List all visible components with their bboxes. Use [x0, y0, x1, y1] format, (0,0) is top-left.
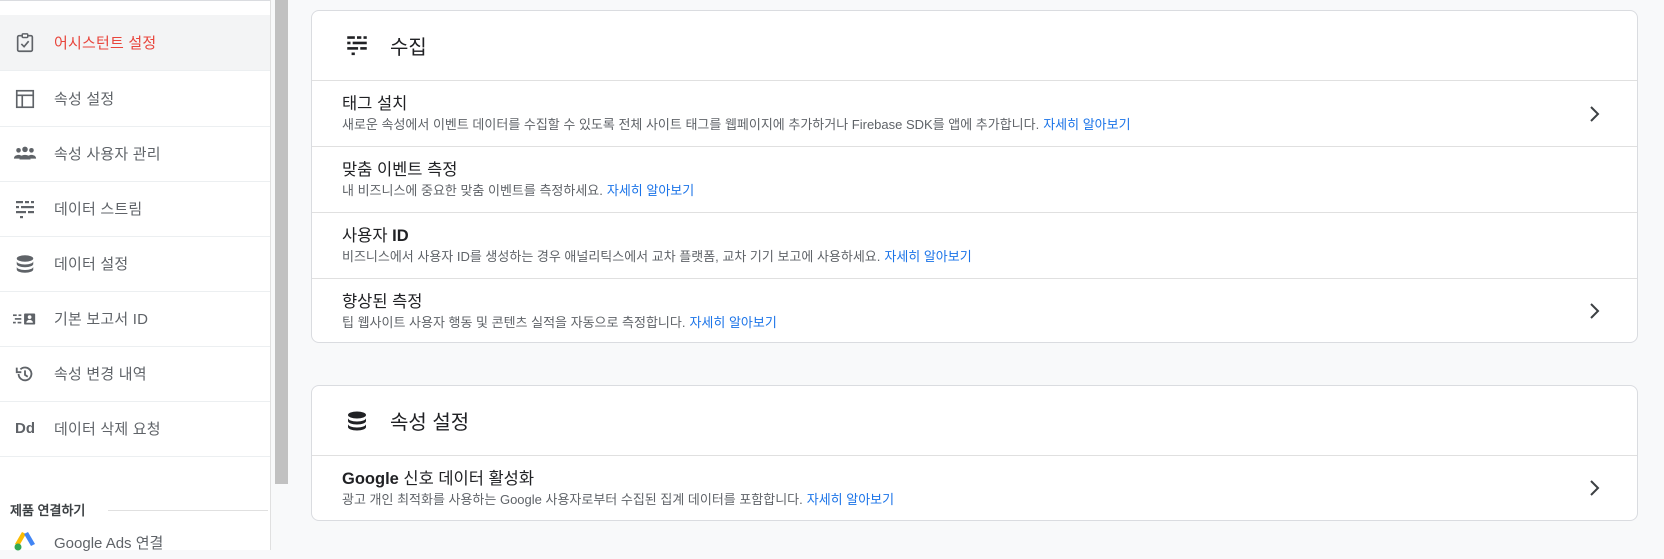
sidebar-item-property-settings[interactable]: 속성 설정 — [0, 71, 270, 127]
web-layout-icon — [13, 87, 37, 111]
sidebar-item-label: 데이터 스트림 — [54, 201, 143, 218]
row-description: 비즈니스에서 사용자 ID를 생성하는 경우 애널리틱스에서 교차 플랫폼, 교… — [342, 249, 972, 264]
sidebar-item-default-report-id[interactable]: 기본 보고서 ID — [0, 291, 270, 347]
card-title: 수집 — [390, 37, 427, 59]
enhanced-measurement-row[interactable]: 향상된 측정 팁 웹사이트 사용자 행동 및 콘텐츠 실적을 자동으로 측정합니… — [312, 279, 1637, 343]
sidebar-scrollbar[interactable] — [275, 0, 288, 484]
row-description: 새로운 속성에서 이벤트 데이터를 수집할 수 있도록 전체 사이트 태그를 웹… — [342, 117, 1131, 132]
data-streams-icon — [344, 33, 370, 59]
database-icon — [13, 252, 37, 276]
dd-icon: Dd — [15, 420, 35, 437]
learn-more-link[interactable]: 자세히 알아보기 — [807, 492, 894, 507]
sidebar-top-divider — [0, 0, 270, 1]
people-icon — [13, 142, 37, 166]
history-icon — [13, 362, 37, 386]
sidebar-item-label: 속성 설정 — [54, 91, 115, 108]
chevron-right-icon[interactable] — [1583, 476, 1607, 500]
card-header: 수집 — [312, 11, 1637, 81]
collection-card: 수집 태그 설치 새로운 속성에서 이벤트 데이터를 수집할 수 있도록 전체 … — [311, 10, 1638, 343]
report-id-icon — [13, 307, 37, 331]
sidebar-item-label: 속성 변경 내역 — [54, 366, 147, 383]
user-id-row[interactable]: 사용자 ID 비즈니스에서 사용자 ID를 생성하는 경우 애널리틱스에서 교차… — [312, 213, 1637, 279]
row-title: 태그 설치 — [342, 95, 408, 113]
learn-more-link[interactable]: 자세히 알아보기 — [607, 183, 694, 198]
sidebar-item-data-settings[interactable]: 데이터 설정 — [0, 236, 270, 292]
sidebar-item-property-user-management[interactable]: 속성 사용자 관리 — [0, 126, 270, 182]
property-settings-card: 속성 설정 Google 신호 데이터 활성화 광고 개인 최적화를 사용하는 … — [311, 385, 1638, 521]
row-description: 팁 웹사이트 사용자 행동 및 콘텐츠 실적을 자동으로 측정합니다. 자세히 알… — [342, 314, 777, 330]
data-streams-icon — [13, 197, 37, 221]
sidebar-item-label: 속성 사용자 관리 — [54, 146, 161, 163]
sidebar-item-label: 어시스턴트 설정 — [54, 35, 157, 52]
sidebar-item-label: Google Ads 연결 — [54, 534, 164, 552]
learn-more-link[interactable]: 자세히 알아보기 — [1043, 117, 1130, 132]
row-title: 사용자 ID — [342, 227, 409, 245]
assignment-check-icon — [13, 31, 37, 55]
google-signals-row[interactable]: Google 신호 데이터 활성화 광고 개인 최적화를 사용하는 Google… — [312, 456, 1637, 520]
section-divider — [108, 510, 268, 511]
card-title: 속성 설정 — [390, 412, 470, 434]
row-description: 내 비즈니스에 중요한 맞춤 이벤트를 측정하세요. 자세히 알아보기 — [342, 183, 695, 198]
sidebar-item-data-deletion-requests[interactable]: Dd 데이터 삭제 요청 — [0, 401, 270, 457]
sidebar-item-data-streams[interactable]: 데이터 스트림 — [0, 181, 270, 237]
sidebar-item-label: 데이터 설정 — [54, 256, 129, 273]
card-header: 속성 설정 — [312, 386, 1637, 456]
learn-more-link[interactable]: 자세히 알아보기 — [689, 315, 776, 330]
sidebar-item-property-change-history[interactable]: 속성 변경 내역 — [0, 346, 270, 402]
google-ads-icon — [13, 530, 37, 554]
sidebar-item-google-ads-links[interactable]: Google Ads 연결 — [0, 530, 270, 554]
sidebar-item-label: 데이터 삭제 요청 — [54, 421, 161, 438]
row-description: 광고 개인 최적화를 사용하는 Google 사용자로부터 수집된 집계 데이터… — [342, 491, 895, 507]
tag-install-row[interactable]: 태그 설치 새로운 속성에서 이벤트 데이터를 수집할 수 있도록 전체 사이트… — [312, 81, 1637, 147]
database-icon — [344, 408, 370, 434]
sidebar-item-label: 기본 보고서 ID — [54, 311, 149, 328]
chevron-right-icon[interactable] — [1583, 299, 1607, 323]
row-title: 향상된 측정 — [342, 292, 423, 311]
chevron-right-icon[interactable] — [1583, 102, 1607, 126]
row-title: Google 신호 데이터 활성화 — [342, 469, 535, 488]
sidebar: 어시스턴트 설정 속성 설정 속성 사용자 관리 데이터 스트림 데이터 설정 … — [0, 0, 271, 552]
learn-more-link[interactable]: 자세히 알아보기 — [884, 249, 971, 264]
sidebar-item-assistant-settings[interactable]: 어시스턴트 설정 — [0, 15, 270, 71]
custom-event-measurement-row[interactable]: 맞춤 이벤트 측정 내 비즈니스에 중요한 맞춤 이벤트를 측정하세요. 자세히 … — [312, 147, 1637, 213]
row-title: 맞춤 이벤트 측정 — [342, 161, 458, 179]
product-links-section-label: 제품 연결하기 — [10, 503, 86, 518]
